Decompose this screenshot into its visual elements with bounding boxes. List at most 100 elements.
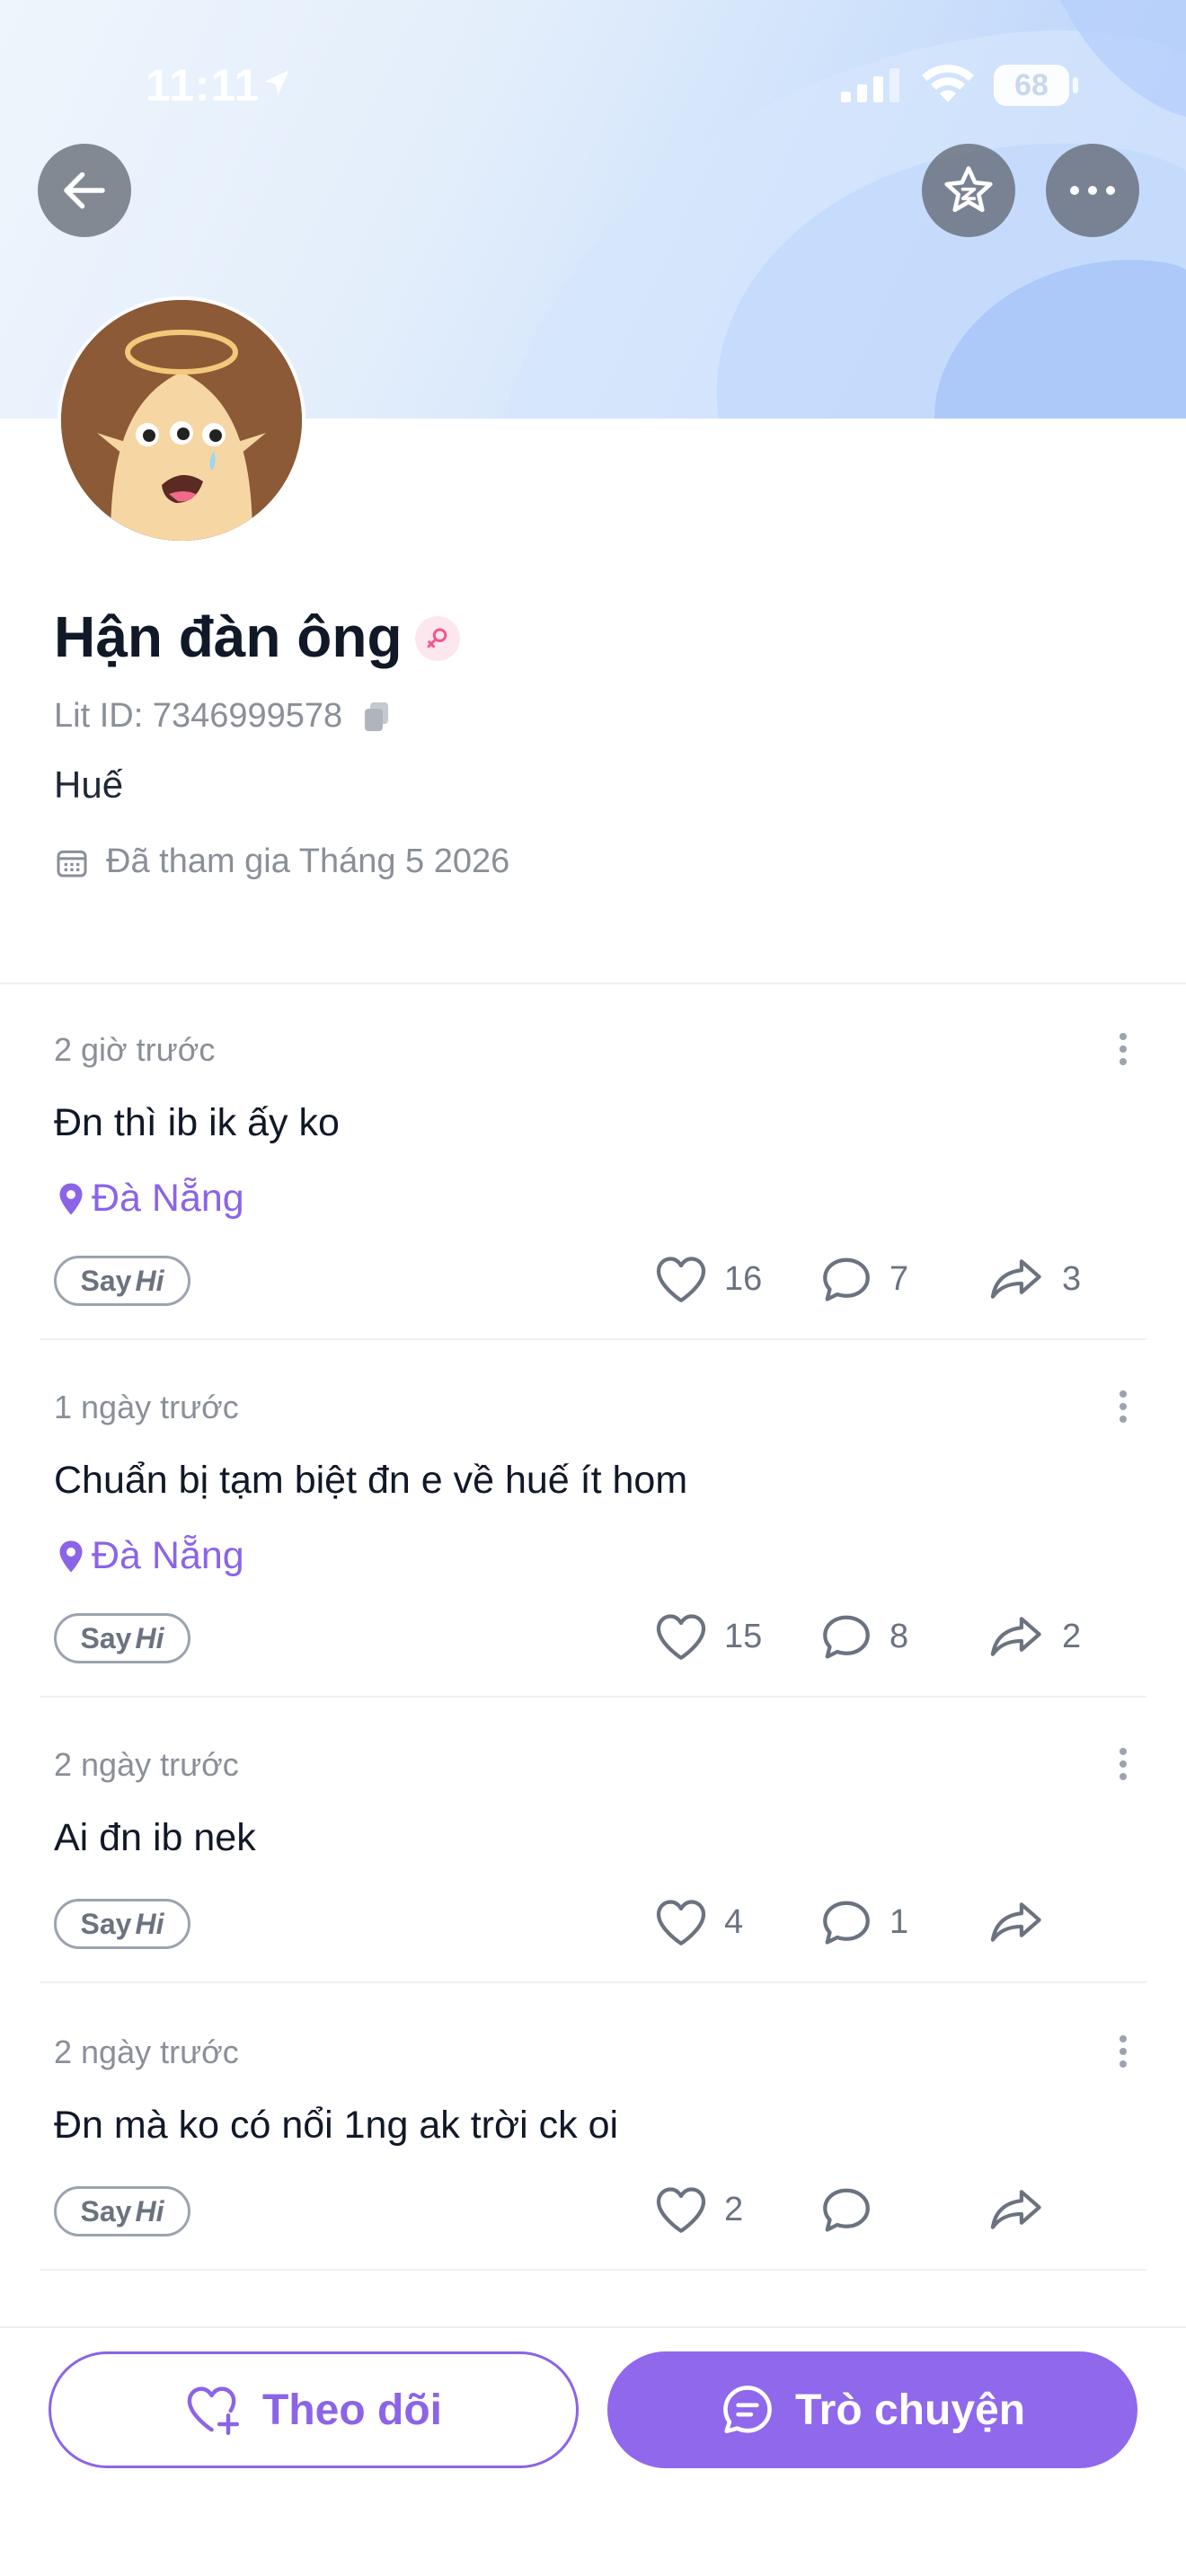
comment-icon bbox=[823, 1257, 870, 1301]
heart-icon bbox=[656, 2187, 706, 2233]
more-options-button[interactable] bbox=[1046, 144, 1139, 237]
post-divider bbox=[40, 1696, 1146, 1698]
battery-tip bbox=[1073, 77, 1078, 93]
post-item[interactable]: 2 giờ trước Đn thì ib ik ấy ko Đà Nẵng S… bbox=[40, 1024, 1146, 1340]
joined-text: Đã tham gia Tháng 5 2026 bbox=[106, 842, 510, 880]
like-count: 4 bbox=[724, 1902, 744, 1941]
post-time: 2 giờ trước bbox=[54, 1031, 216, 1068]
post-item[interactable]: 2 ngày trước Đn mà ko có nổi 1ng ak trời… bbox=[40, 2026, 1146, 2271]
more-vertical-icon[interactable] bbox=[1118, 1746, 1128, 1782]
post-time: 2 ngày trước bbox=[54, 2033, 239, 2070]
heart-icon bbox=[656, 1900, 706, 1945]
comment-icon bbox=[823, 2188, 870, 2232]
location-arrow-icon bbox=[264, 70, 289, 95]
comment-count: 8 bbox=[890, 1617, 909, 1655]
female-icon bbox=[427, 628, 447, 648]
more-vertical-icon[interactable] bbox=[1118, 1031, 1128, 1067]
say-hi-button[interactable]: Say Hi bbox=[54, 1256, 190, 1306]
share-count: 2 bbox=[1062, 1617, 1082, 1655]
follow-button[interactable]: Theo dõi bbox=[49, 2351, 579, 2468]
back-button[interactable] bbox=[38, 144, 131, 237]
bottom-action-bar: Theo dõi Trò chuyện bbox=[0, 2326, 1186, 2576]
profile-name: Hận đàn ông bbox=[54, 604, 403, 669]
share-button[interactable] bbox=[988, 2184, 1062, 2235]
comment-count: 1 bbox=[890, 1902, 909, 1941]
like-button[interactable]: 4 bbox=[654, 1897, 743, 1947]
profile-page: 11:11 68 Hận đàn ông Lit ID: 7346999578 … bbox=[0, 0, 1186, 2576]
post-divider bbox=[40, 1338, 1146, 1340]
wifi-icon bbox=[922, 64, 974, 102]
say-hi-button[interactable]: Say Hi bbox=[54, 1613, 190, 1663]
say-hi-hi: Hi bbox=[135, 1264, 164, 1297]
share-icon bbox=[990, 2190, 1041, 2229]
post-text: Ai đn ib nek bbox=[54, 1816, 256, 1859]
say-hi-hi: Hi bbox=[135, 1907, 164, 1940]
post-location-text: Đà Nẵng bbox=[92, 1534, 244, 1577]
avatar[interactable] bbox=[58, 296, 305, 544]
chat-button[interactable]: Trò chuyện bbox=[607, 2351, 1137, 2468]
chat-icon bbox=[723, 2386, 772, 2434]
calendar-icon bbox=[57, 850, 87, 877]
heart-icon bbox=[656, 1614, 706, 1660]
heart-icon bbox=[656, 1257, 706, 1302]
star-icon bbox=[944, 166, 993, 213]
lit-id-text: Lit ID: 7346999578 bbox=[54, 697, 343, 735]
more-horizontal-icon bbox=[1070, 186, 1115, 195]
comment-count: 7 bbox=[890, 1259, 909, 1298]
say-hi-hi: Hi bbox=[135, 1621, 164, 1654]
follow-label: Theo dõi bbox=[262, 2386, 442, 2434]
share-icon bbox=[990, 1617, 1041, 1656]
say-hi-say: Say bbox=[80, 1264, 132, 1297]
like-count: 15 bbox=[724, 1617, 763, 1655]
map-pin-icon bbox=[59, 1183, 83, 1214]
post-divider bbox=[40, 2269, 1146, 2271]
share-button[interactable] bbox=[988, 1897, 1062, 1947]
like-count: 16 bbox=[724, 1259, 763, 1298]
share-icon bbox=[990, 1902, 1041, 1942]
status-time: 11:11 bbox=[146, 60, 261, 110]
post-text: Đn mà ko có nổi 1ng ak trời ck oi bbox=[54, 2104, 619, 2147]
post-text: Chuẩn bị tạm biệt đn e về huế ít hom bbox=[54, 1459, 688, 1502]
comment-button[interactable]: 1 bbox=[819, 1897, 908, 1947]
say-hi-say: Say bbox=[80, 1621, 132, 1654]
say-hi-hi: Hi bbox=[135, 2194, 164, 2228]
comment-button[interactable] bbox=[819, 2184, 890, 2235]
share-icon bbox=[990, 1259, 1041, 1299]
battery-indicator: 68 bbox=[994, 65, 1069, 106]
favorite-button[interactable] bbox=[922, 144, 1015, 237]
comment-icon bbox=[823, 1615, 870, 1659]
say-hi-button[interactable]: Say Hi bbox=[54, 2186, 190, 2236]
post-text: Đn thì ib ik ấy ko bbox=[54, 1101, 340, 1144]
share-button[interactable]: 2 bbox=[988, 1611, 1081, 1662]
post-time: 2 ngày trước bbox=[54, 1746, 239, 1783]
post-time: 1 ngày trước bbox=[54, 1389, 239, 1425]
more-vertical-icon[interactable] bbox=[1118, 2033, 1128, 2069]
like-button[interactable]: 16 bbox=[654, 1254, 762, 1304]
like-button[interactable]: 2 bbox=[654, 2184, 743, 2235]
say-hi-say: Say bbox=[80, 1907, 132, 1940]
comment-button[interactable]: 8 bbox=[819, 1611, 908, 1662]
comment-button[interactable]: 7 bbox=[819, 1254, 908, 1304]
post-location[interactable]: Đà Nẵng bbox=[58, 1177, 244, 1221]
heart-plus-icon bbox=[187, 2386, 240, 2436]
say-hi-button[interactable]: Say Hi bbox=[54, 1899, 190, 1949]
post-location[interactable]: Đà Nẵng bbox=[58, 1534, 244, 1578]
comment-icon bbox=[823, 1901, 870, 1945]
cellular-signal-icon bbox=[841, 68, 899, 102]
more-vertical-icon[interactable] bbox=[1118, 1389, 1128, 1425]
like-count: 2 bbox=[724, 2190, 744, 2228]
lit-id: Lit ID: 7346999578 bbox=[54, 697, 391, 736]
profile-bio: Huế bbox=[54, 763, 124, 806]
section-divider bbox=[0, 983, 1186, 984]
post-location-text: Đà Nẵng bbox=[92, 1177, 244, 1220]
avatar-illustration bbox=[61, 300, 302, 541]
chat-label: Trò chuyện bbox=[794, 2386, 1026, 2434]
share-button[interactable]: 3 bbox=[988, 1254, 1081, 1304]
post-divider bbox=[40, 1981, 1146, 1983]
copy-icon[interactable] bbox=[362, 701, 391, 733]
like-button[interactable]: 15 bbox=[654, 1611, 762, 1662]
post-item[interactable]: 1 ngày trước Chuẩn bị tạm biệt đn e về h… bbox=[40, 1381, 1146, 1698]
joined-date: Đã tham gia Tháng 5 2026 bbox=[54, 842, 509, 881]
post-item[interactable]: 2 ngày trước Ai đn ib nek Say Hi 4 1 bbox=[40, 1739, 1146, 1983]
arrow-left-icon bbox=[64, 172, 105, 209]
